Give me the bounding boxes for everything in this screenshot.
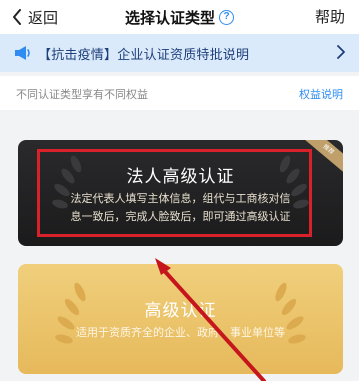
notice-banner[interactable]: 【抗击疫情】企业认证资质特批说明 — [0, 34, 359, 72]
title-group: 选择认证类型 ? — [0, 6, 359, 28]
megaphone-icon — [15, 46, 30, 60]
help-button[interactable]: 帮助 — [315, 6, 345, 28]
info-row: 不同认证类型享有不同权益 权益说明 — [0, 76, 359, 110]
advanced-verification-card[interactable]: 高级认证 适用于资质齐全的企业、政府、事业单位等 — [18, 264, 343, 374]
highlight-annotation-box — [37, 149, 312, 237]
rights-explanation-link[interactable]: 权益说明 — [299, 86, 343, 102]
question-circle-icon[interactable]: ? — [219, 9, 234, 25]
chevron-right-icon — [337, 45, 345, 59]
page-title: 选择认证类型 — [124, 8, 215, 27]
top-nav-bar: 返回 选择认证类型 ? 帮助 — [0, 0, 359, 34]
card-title: 高级认证 — [144, 301, 217, 321]
notice-text: 【抗击疫情】企业认证资质特批说明 — [38, 47, 250, 63]
card-description: 适用于资质齐全的企业、政府、事业单位等 — [76, 326, 285, 339]
info-text: 不同认证类型享有不同权益 — [16, 88, 148, 101]
